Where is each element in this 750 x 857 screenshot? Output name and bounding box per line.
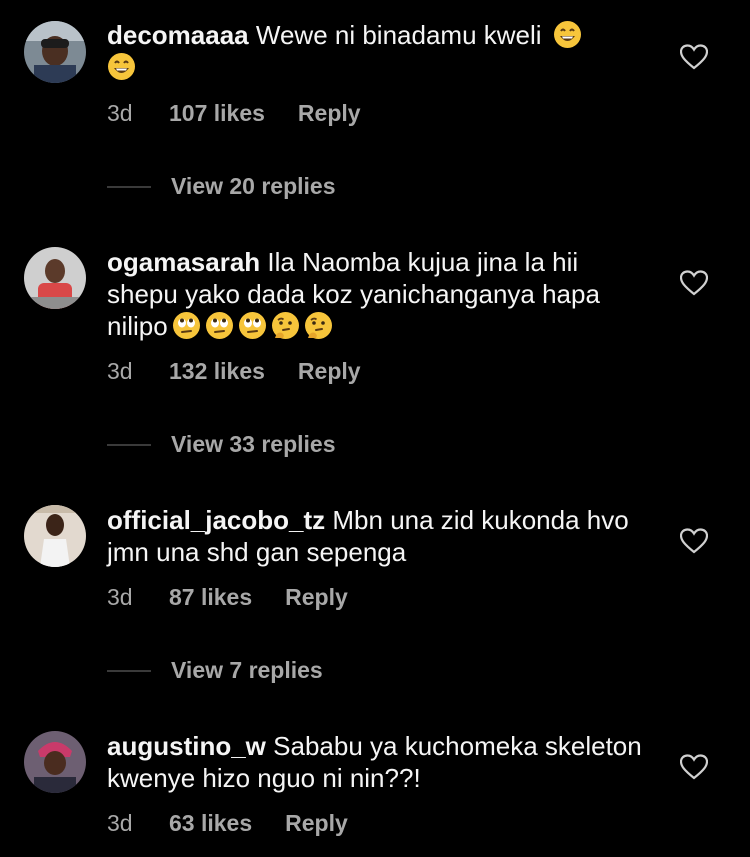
avatar[interactable] (24, 21, 86, 83)
rolling-eyes-emoji-icon (205, 311, 234, 340)
reply-button[interactable]: Reply (298, 358, 361, 385)
replies-divider (107, 669, 151, 672)
rolling-eyes-emoji-icon (172, 311, 201, 340)
comment-timestamp: 3d (107, 358, 133, 384)
replies-divider (107, 185, 151, 188)
comment-username[interactable]: ogamasarah (107, 247, 260, 277)
view-replies-label: View 33 replies (171, 431, 336, 457)
rolling-eyes-emoji-icon (238, 311, 267, 340)
comment-meta: 3d 63 likes Reply (107, 810, 348, 837)
heart-outline-icon[interactable] (680, 754, 708, 780)
comment-meta: 3d 87 likes Reply (107, 584, 348, 611)
avatar[interactable] (24, 505, 86, 567)
thinking-face-emoji-icon (271, 311, 300, 340)
comment-likes[interactable]: 132 likes (169, 358, 265, 385)
comment-likes[interactable]: 87 likes (169, 584, 252, 611)
view-replies-label: View 20 replies (171, 173, 336, 199)
heart-outline-icon[interactable] (680, 270, 708, 296)
comment-username[interactable]: augustino_w (107, 731, 266, 761)
comment-likes[interactable]: 63 likes (169, 810, 252, 837)
view-replies-button[interactable]: View 20 replies (107, 173, 336, 200)
comment-body: augustino_w Sababu ya kuchomeka skeleton… (107, 730, 647, 794)
comment-timestamp: 3d (107, 100, 133, 126)
grinning-face-emoji-icon (107, 52, 136, 81)
comment-username[interactable]: official_jacobo_tz (107, 505, 325, 535)
replies-divider (107, 443, 151, 446)
heart-outline-icon[interactable] (680, 528, 708, 554)
reply-button[interactable]: Reply (298, 100, 361, 127)
thinking-face-emoji-icon (304, 311, 333, 340)
avatar[interactable] (24, 247, 86, 309)
heart-outline-icon[interactable] (680, 44, 708, 70)
comment-timestamp: 3d (107, 810, 133, 836)
avatar[interactable] (24, 731, 86, 793)
reply-button[interactable]: Reply (285, 810, 348, 837)
comment-username[interactable]: decomaaaa (107, 20, 249, 50)
comment-body: official_jacobo_tz Mbn una zid kukonda h… (107, 504, 647, 568)
comment-body: decomaaaa Wewe ni binadamu kweli (107, 19, 647, 83)
comment-meta: 3d 107 likes Reply (107, 100, 361, 127)
comment-meta: 3d 132 likes Reply (107, 358, 361, 385)
comment-likes[interactable]: 107 likes (169, 100, 265, 127)
comment-text: Wewe ni binadamu kweli (255, 20, 542, 50)
grinning-face-emoji-icon (553, 20, 582, 49)
view-replies-button[interactable]: View 7 replies (107, 657, 323, 684)
reply-button[interactable]: Reply (285, 584, 348, 611)
view-replies-button[interactable]: View 33 replies (107, 431, 336, 458)
view-replies-label: View 7 replies (171, 657, 323, 683)
comment-timestamp: 3d (107, 584, 133, 610)
comment-body: ogamasarah Ila Naomba kujua jina la hii … (107, 246, 647, 342)
